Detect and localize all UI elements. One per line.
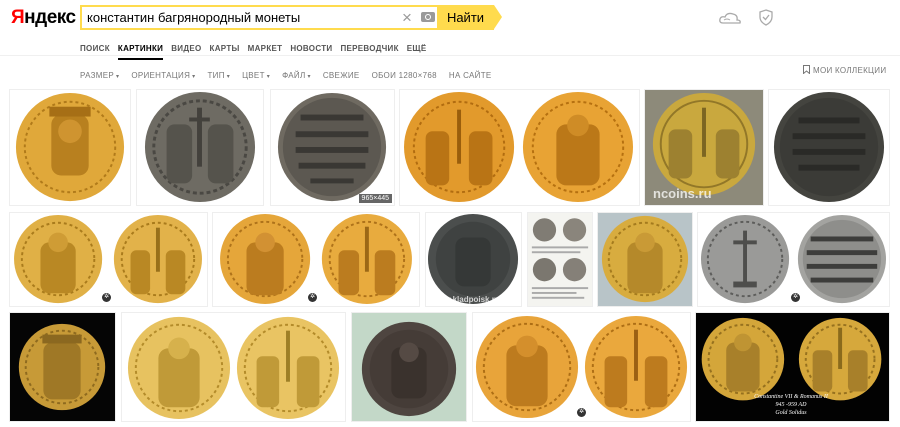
result-image[interactable]: ✲ <box>9 212 208 307</box>
filter-on-site[interactable]: НА САЙТЕ <box>449 71 492 80</box>
service-tabs: ПОИСК КАРТИНКИ ВИДЕО КАРТЫ МАРКЕТ НОВОСТИ ПЕРЕ… <box>80 38 435 60</box>
chevron-down-icon: ▾ <box>226 74 231 80</box>
filter-type[interactable]: ТИП ▾ <box>207 71 230 80</box>
filter-wallpapers[interactable]: ОБОИ 1280×768 <box>372 71 437 80</box>
filter-orientation[interactable]: ОРИЕНТАЦИЯ ▾ <box>131 71 195 80</box>
clear-icon[interactable]: × <box>402 8 412 27</box>
result-image[interactable] <box>136 89 264 206</box>
chevron-down-icon: ▾ <box>307 74 311 80</box>
bookmark-icon <box>803 65 810 75</box>
result-image[interactable]: ncoins.ru <box>644 89 764 206</box>
result-image[interactable]: ✲ <box>697 212 890 307</box>
image-caption: Constantine VII & Romanus II 945 -959 AD… <box>754 394 828 416</box>
search-box: × <box>80 5 437 30</box>
tab-market[interactable]: МАРКЕТ <box>248 44 283 53</box>
result-image[interactable]: Constantine VII & Romanus II 945 -959 AD… <box>695 312 890 422</box>
result-image[interactable]: ✲ <box>472 312 691 422</box>
result-image[interactable] <box>9 89 131 206</box>
chevron-down-icon: ▾ <box>116 74 120 80</box>
chevron-down-icon: ▾ <box>266 74 271 80</box>
chevron-down-icon: ▾ <box>192 74 196 80</box>
result-image[interactable] <box>768 89 890 206</box>
result-image[interactable] <box>597 212 693 307</box>
watermark: ncoins.ru <box>653 186 712 201</box>
tab-video[interactable]: ВИДЕО <box>171 44 201 53</box>
filter-file[interactable]: ФАЙЛ ▾ <box>282 71 311 80</box>
filter-fresh[interactable]: СВЕЖИЕ <box>323 71 360 80</box>
tab-more[interactable]: ЕЩЁ <box>407 44 427 53</box>
image-size-badge: 965×445 <box>358 194 392 203</box>
weather-icon[interactable] <box>718 10 742 26</box>
filter-bar: РАЗМЕР ▾ ОРИЕНТАЦИЯ ▾ ТИП ▾ ЦВЕТ ▾ ФАЙЛ ▾ СВЕЖИЕ ОБ… <box>80 65 504 83</box>
camera-icon[interactable] <box>421 12 435 22</box>
filter-size[interactable]: РАЗМЕР ▾ <box>80 71 119 80</box>
yandex-logo[interactable]: Яндекс <box>11 7 76 29</box>
result-image[interactable] <box>121 312 346 422</box>
similar-images-icon[interactable]: ✲ <box>102 293 111 302</box>
similar-images-icon[interactable]: ✲ <box>791 293 800 302</box>
result-image[interactable] <box>399 89 640 206</box>
result-image[interactable]: www.kladpoisk.ru <box>425 212 522 307</box>
find-button[interactable]: Найти <box>437 5 502 30</box>
tabs-divider <box>0 55 900 56</box>
my-collections-link[interactable]: МОИ КОЛЛЕКЦИИ <box>803 65 886 75</box>
tab-translate[interactable]: ПЕРЕВОДЧИК <box>340 44 398 53</box>
search-input[interactable] <box>82 7 392 28</box>
header: Яндекс × Найти <box>0 0 900 36</box>
similar-images-icon[interactable]: ✲ <box>577 408 586 417</box>
result-image[interactable] <box>9 312 116 422</box>
tab-images[interactable]: КАРТИНКИ <box>117 44 164 60</box>
tab-maps[interactable]: КАРТЫ <box>210 44 240 53</box>
tab-search[interactable]: ПОИСК <box>80 44 110 53</box>
shield-icon[interactable] <box>759 9 773 26</box>
tab-news[interactable]: НОВОСТИ <box>290 44 332 53</box>
result-image[interactable] <box>351 312 467 422</box>
filter-color[interactable]: ЦВЕТ ▾ <box>242 71 270 80</box>
result-image[interactable]: 965×445 <box>270 89 395 206</box>
result-image[interactable]: ✲ <box>212 212 420 307</box>
watermark: www.kladpoisk.ru <box>432 295 500 304</box>
similar-images-icon[interactable]: ✲ <box>308 293 317 302</box>
result-image[interactable] <box>527 212 593 307</box>
